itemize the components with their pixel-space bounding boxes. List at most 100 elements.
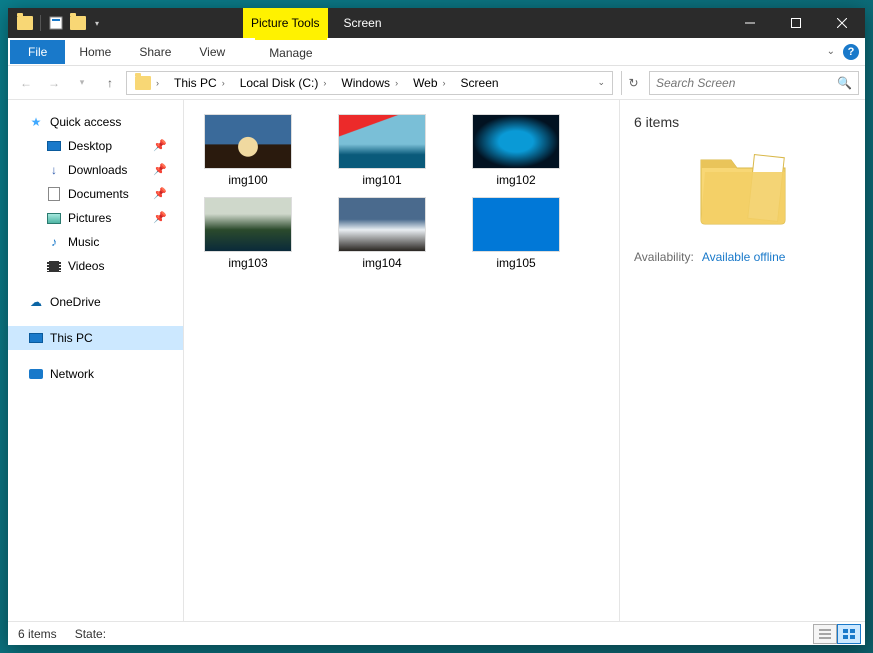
thumbnail [338,197,426,252]
help-icon[interactable]: ? [843,44,859,60]
nav-onedrive[interactable]: ☁OneDrive [8,290,183,314]
file-item[interactable]: img104 [326,197,438,270]
separator [40,15,41,31]
desktop-icon [46,138,62,154]
nav-downloads[interactable]: ↓Downloads📌 [8,158,183,182]
file-name: img102 [496,173,535,187]
chevron-right-icon[interactable]: › [318,78,331,88]
address-bar[interactable]: › This PC› Local Disk (C:)› Windows› Web… [126,71,613,95]
minimize-button[interactable] [727,8,773,38]
thumbnail [204,114,292,169]
nav-quick-access[interactable]: ★Quick access [8,110,183,134]
tab-home[interactable]: Home [65,38,125,66]
pictures-icon [46,210,62,226]
nav-music[interactable]: ♪Music [8,230,183,254]
tab-share[interactable]: Share [125,38,185,66]
network-icon [28,366,44,382]
nav-this-pc[interactable]: This PC [8,326,183,350]
chevron-right-icon[interactable]: › [438,78,451,88]
file-item[interactable]: img101 [326,114,438,187]
previous-locations-icon[interactable]: ⌄ [592,77,610,88]
onedrive-icon: ☁ [28,294,44,310]
pin-icon: 📌 [153,187,167,200]
status-state-label: State: [75,627,106,641]
availability-label: Availability: [634,250,694,264]
breadcrumb-root-icon[interactable]: › [129,72,168,94]
folder-preview-icon [693,146,793,228]
breadcrumb-segment[interactable]: Windows› [335,72,407,94]
pin-icon: 📌 [153,211,167,224]
chevron-right-icon[interactable]: › [217,78,230,88]
navigation-pane[interactable]: ★Quick access Desktop📌 ↓Downloads📌 Docum… [8,100,184,621]
properties-icon[interactable] [45,12,67,34]
file-name: img103 [228,256,267,270]
pin-icon: 📌 [153,163,167,176]
details-view-button[interactable] [813,624,837,644]
maximize-button[interactable] [773,8,819,38]
chevron-right-icon[interactable]: › [390,78,403,88]
pc-icon [28,330,44,346]
body: ★Quick access Desktop📌 ↓Downloads📌 Docum… [8,100,865,621]
music-icon: ♪ [46,234,62,250]
file-item[interactable]: img105 [460,197,572,270]
nav-videos[interactable]: Videos [8,254,183,278]
thumbnail [472,114,560,169]
thumbnail [472,197,560,252]
file-name: img100 [228,173,267,187]
close-button[interactable] [819,8,865,38]
recent-locations-icon[interactable]: ▾ [70,71,94,95]
up-button[interactable]: ↑ [98,71,122,95]
ribbon-tabs: File Home Share View Manage ⌄ ? [8,38,865,66]
file-tab[interactable]: File [10,40,65,64]
breadcrumb-segment[interactable]: Local Disk (C:)› [234,72,336,94]
app-icon[interactable] [14,12,36,34]
window-title: Screen [344,16,382,30]
address-bar-row: ← → ▾ ↑ › This PC› Local Disk (C:)› Wind… [8,66,865,100]
search-box[interactable]: 🔍 [649,71,859,95]
contextual-tab-header[interactable]: Picture Tools [243,8,327,38]
explorer-window: ▾ Picture Tools Screen File Home Share V… [8,8,865,645]
documents-icon [46,186,62,202]
new-folder-icon[interactable] [67,12,89,34]
nav-desktop[interactable]: Desktop📌 [8,134,183,158]
qat-customize-icon[interactable]: ▾ [89,19,105,28]
star-icon: ★ [28,114,44,130]
availability-value: Available offline [702,250,786,264]
items-view[interactable]: img100 img101 img102 img103 img104 img10… [184,100,619,621]
status-bar: 6 items State: [8,621,865,645]
breadcrumb-segment[interactable]: This PC› [168,72,234,94]
thumbnails-view-button[interactable] [837,624,861,644]
status-item-count: 6 items [18,627,57,641]
content-area: img100 img101 img102 img103 img104 img10… [184,100,865,621]
tab-manage[interactable]: Manage [255,38,326,66]
view-toggles [813,624,861,644]
back-button[interactable]: ← [14,71,38,95]
search-icon[interactable]: 🔍 [837,76,852,90]
breadcrumb-segment[interactable]: Screen [455,72,503,94]
tab-view[interactable]: View [185,38,239,66]
file-item[interactable]: img102 [460,114,572,187]
details-availability: Availability: Available offline [634,250,851,264]
nav-pictures[interactable]: Pictures📌 [8,206,183,230]
thumbnail [204,197,292,252]
file-name: img105 [496,256,535,270]
file-item[interactable]: img100 [192,114,304,187]
file-item[interactable]: img103 [192,197,304,270]
quick-access-toolbar: ▾ [8,12,105,34]
details-pane: 6 items Availability: Available offline [619,100,865,621]
pin-icon: 📌 [153,139,167,152]
refresh-button[interactable]: ↻ [621,71,645,95]
items-grid: img100 img101 img102 img103 img104 img10… [192,114,611,270]
chevron-right-icon[interactable]: › [151,78,164,88]
thumbnail [338,114,426,169]
expand-ribbon-icon[interactable]: ⌄ [827,46,835,57]
nav-network[interactable]: Network [8,362,183,386]
downloads-icon: ↓ [46,162,62,178]
forward-button[interactable]: → [42,71,66,95]
file-name: img101 [362,173,401,187]
nav-documents[interactable]: Documents📌 [8,182,183,206]
search-input[interactable] [656,76,837,90]
titlebar[interactable]: ▾ Picture Tools Screen [8,8,865,38]
breadcrumb-segment[interactable]: Web› [407,72,454,94]
videos-icon [46,258,62,274]
